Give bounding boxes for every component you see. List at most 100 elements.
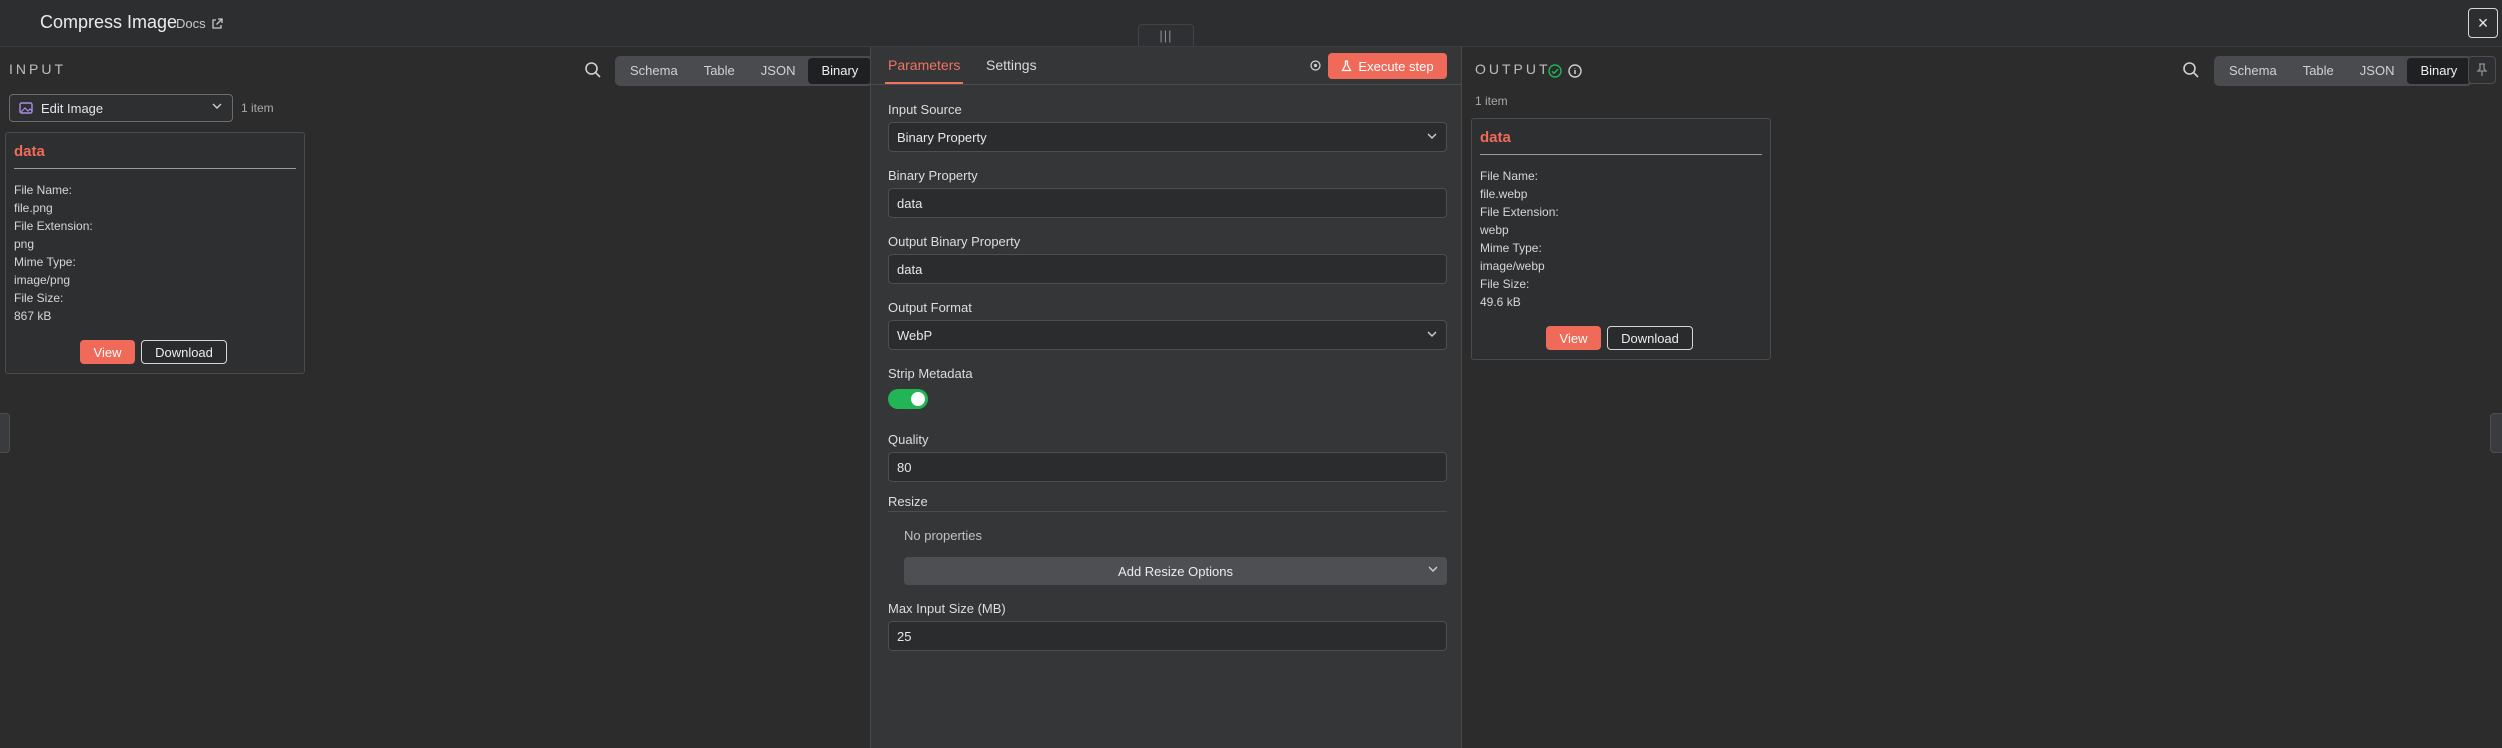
chevron-down-icon <box>212 103 222 109</box>
meta-label: File Name: <box>1480 169 1539 183</box>
output-item-count: 1 item <box>1475 94 1508 108</box>
output-tab-binary[interactable]: Binary <box>2407 58 2471 84</box>
input-label: INPUT <box>9 61 66 77</box>
meta-label: File Size: <box>1480 277 1530 291</box>
input-source-label: Input Source <box>888 102 962 117</box>
output-view-button[interactable]: View <box>1546 326 1601 350</box>
binary-property-value: data <box>897 195 923 211</box>
meta-label: File Size: <box>14 291 64 305</box>
tabs-divider <box>871 84 1461 85</box>
output-binary-property-input[interactable]: data <box>888 254 1447 284</box>
binary-property-label: Binary Property <box>888 168 978 183</box>
max-input-size-value: 25 <box>897 628 912 644</box>
meta-value: webp <box>1480 223 1509 237</box>
execute-step-button[interactable]: Execute step <box>1328 53 1447 79</box>
input-source-value: Binary Property <box>897 129 987 145</box>
toggle-knob <box>911 392 925 406</box>
parameters-panel: Parameters Settings Execute step Input S… <box>870 47 1462 748</box>
image-node-icon <box>19 102 33 114</box>
meta-value: png <box>14 237 35 251</box>
output-format-value: WebP <box>897 327 933 343</box>
output-download-button[interactable]: Download <box>1607 326 1693 350</box>
gear-icon[interactable] <box>1309 59 1322 72</box>
input-source-select[interactable]: Binary Property <box>888 122 1447 152</box>
meta-label: File Extension: <box>14 219 93 233</box>
docs-label: Docs <box>176 16 206 31</box>
quality-label: Quality <box>888 432 929 447</box>
input-tab-schema[interactable]: Schema <box>617 58 691 84</box>
resize-divider <box>888 511 1447 512</box>
card-divider <box>14 168 296 169</box>
meta-value: file.webp <box>1480 187 1528 201</box>
node-title[interactable]: Compress Image <box>40 12 177 33</box>
add-resize-options-button[interactable]: Add Resize Options <box>904 557 1447 585</box>
external-link-icon <box>211 17 223 29</box>
input-download-button[interactable]: Download <box>141 340 227 364</box>
binary-property-input[interactable]: data <box>888 188 1447 218</box>
resize-section-label: Resize <box>888 494 928 509</box>
meta-value: 867 kB <box>14 309 52 323</box>
active-tab-indicator <box>885 82 963 84</box>
tab-parameters[interactable]: Parameters <box>888 57 960 73</box>
panel-drag-handle[interactable]: ||| <box>1138 24 1194 46</box>
meta-value: 49.6 kB <box>1480 295 1521 309</box>
chevron-down-icon <box>1427 331 1437 337</box>
output-panel: OUTPUT Schema Table JSON Binary 1 item d… <box>1462 47 2502 748</box>
output-tab-schema[interactable]: Schema <box>2216 58 2290 84</box>
meta-value: image/webp <box>1480 259 1545 273</box>
pin-button[interactable] <box>2468 56 2496 84</box>
input-tab-json[interactable]: JSON <box>748 58 809 84</box>
no-properties-text: No properties <box>904 528 983 543</box>
tab-settings[interactable]: Settings <box>986 57 1037 73</box>
card-divider <box>1480 154 1762 155</box>
output-format-select[interactable]: WebP <box>888 320 1447 350</box>
left-node-edge-tab[interactable] <box>0 413 10 453</box>
execute-step-label: Execute step <box>1358 58 1434 74</box>
meta-value: file.png <box>14 201 53 215</box>
meta-label: Mime Type: <box>14 255 76 269</box>
input-panel: INPUT Schema Table JSON Binary Edit Imag… <box>0 47 874 748</box>
input-card-title: data <box>14 143 45 160</box>
output-format-label: Output Format <box>888 300 972 315</box>
input-tab-table[interactable]: Table <box>691 58 748 84</box>
output-file-meta: File Name: file.webp File Extension: web… <box>1480 167 1559 311</box>
strip-metadata-label: Strip Metadata <box>888 366 973 381</box>
max-input-size-label: Max Input Size (MB) <box>888 601 1006 616</box>
output-status-icons <box>1548 64 1582 78</box>
output-tab-json[interactable]: JSON <box>2347 58 2408 84</box>
meta-label: File Name: <box>14 183 73 197</box>
pin-icon <box>2476 63 2488 76</box>
meta-value: image/png <box>14 273 71 287</box>
drag-handle-glyph: ||| <box>1159 28 1173 43</box>
input-node-select[interactable]: Edit Image <box>9 94 233 122</box>
input-file-meta: File Name: file.png File Extension: png … <box>14 181 93 325</box>
output-binary-property-label: Output Binary Property <box>888 234 1021 249</box>
input-item-count: 1 item <box>241 101 274 115</box>
close-button[interactable]: × <box>2468 8 2498 38</box>
meta-label: File Extension: <box>1480 205 1559 219</box>
max-input-size-input[interactable]: 25 <box>888 621 1447 651</box>
input-view-switcher: Schema Table JSON Binary <box>615 56 874 86</box>
close-icon: × <box>2477 12 2489 33</box>
meta-label: Mime Type: <box>1480 241 1542 255</box>
docs-link[interactable]: Docs <box>176 16 223 31</box>
output-binary-property-value: data <box>897 261 923 277</box>
output-view-switcher: Schema Table JSON Binary <box>2214 56 2473 86</box>
chevron-down-icon <box>1428 566 1438 572</box>
flask-icon <box>1341 60 1353 72</box>
output-card-title: data <box>1480 129 1511 146</box>
quality-input[interactable]: 80 <box>888 452 1447 482</box>
input-view-button[interactable]: View <box>80 340 135 364</box>
right-node-edge-tab[interactable] <box>2490 413 2502 453</box>
output-label: OUTPUT <box>1475 61 1551 77</box>
ndv-header: Compress Image Docs ||| × <box>0 0 2502 47</box>
output-binary-card: data File Name: file.webp File Extension… <box>1471 118 1771 360</box>
add-resize-options-label: Add Resize Options <box>1118 563 1233 579</box>
search-icon[interactable] <box>2182 61 2200 79</box>
info-icon[interactable] <box>1568 64 1582 78</box>
input-tab-binary[interactable]: Binary <box>808 58 872 84</box>
strip-metadata-toggle[interactable] <box>888 389 928 409</box>
search-icon[interactable] <box>584 61 602 79</box>
output-tab-table[interactable]: Table <box>2290 58 2347 84</box>
input-binary-card: data File Name: file.png File Extension:… <box>5 132 305 374</box>
